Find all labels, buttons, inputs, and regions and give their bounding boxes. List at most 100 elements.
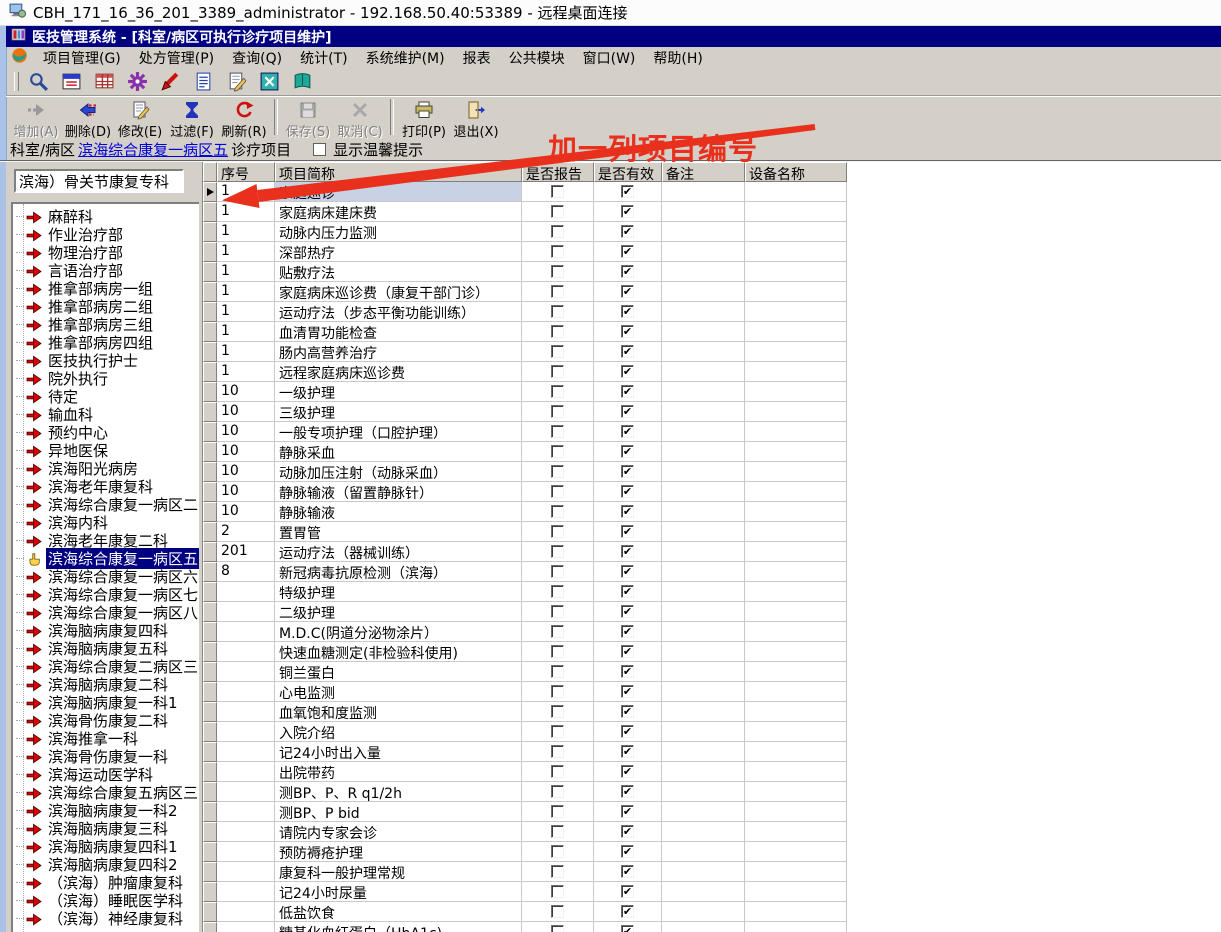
tree-item[interactable]: 滨海阳光病房 [13, 459, 199, 478]
valid-checkbox[interactable]: ✔ [621, 545, 634, 558]
tree-item[interactable]: 滨海骨伤康复一科 [13, 747, 199, 766]
row-selector-cell[interactable] [203, 482, 217, 502]
report-checkbox[interactable] [551, 365, 564, 378]
table-row[interactable]: 低盐饮食 ✔ [203, 902, 1221, 922]
table-row[interactable]: 10 静脉输液（留置静脉针） ✔ [203, 482, 1221, 502]
tree-item[interactable]: 滨海脑病康复四科1 [13, 837, 199, 856]
menu-item[interactable]: 窗口(W) [574, 47, 645, 69]
department-search-input[interactable] [14, 169, 184, 193]
table-row[interactable]: 201 运动疗法（器械训练） ✔ [203, 542, 1221, 562]
close-box-icon[interactable] [259, 71, 280, 92]
gear-icon[interactable] [127, 71, 148, 92]
menu-item[interactable]: 帮助(H) [644, 47, 711, 69]
calendar-icon[interactable] [61, 71, 82, 92]
tree-item[interactable]: 滨海脑病康复四科2 [13, 855, 199, 874]
row-selector-cell[interactable] [203, 422, 217, 442]
report-checkbox[interactable] [551, 805, 564, 818]
report-checkbox[interactable] [551, 745, 564, 758]
row-selector-cell[interactable] [203, 302, 217, 322]
valid-checkbox[interactable]: ✔ [621, 485, 634, 498]
table-row[interactable]: 血氧饱和度监测 ✔ [203, 702, 1221, 722]
valid-checkbox[interactable]: ✔ [621, 385, 634, 398]
tree-item[interactable]: 滨海老年康复二科 [13, 531, 199, 550]
menu-item[interactable]: 查询(Q) [223, 47, 291, 69]
table-row[interactable]: 快速血糖测定(非检验科使用) ✔ [203, 642, 1221, 662]
tree-item[interactable]: 滨海综合康复一病区八 [13, 603, 199, 622]
report-checkbox[interactable] [551, 485, 564, 498]
valid-checkbox[interactable]: ✔ [621, 325, 634, 338]
valid-checkbox[interactable]: ✔ [621, 745, 634, 758]
refresh-button[interactable]: 刷新(R) [218, 97, 270, 140]
valid-checkbox[interactable]: ✔ [621, 365, 634, 378]
row-selector-cell[interactable] [203, 222, 217, 242]
valid-checkbox[interactable]: ✔ [621, 465, 634, 478]
search-icon[interactable] [28, 71, 49, 92]
report-checkbox[interactable] [551, 885, 564, 898]
tree-item[interactable]: 滨海运动医学科 [13, 765, 199, 784]
add-button[interactable]: 增加(A) [10, 97, 62, 140]
report-checkbox[interactable] [551, 785, 564, 798]
report-checkbox[interactable] [551, 645, 564, 658]
table-row[interactable]: 10 静脉输液 ✔ [203, 502, 1221, 522]
table-row[interactable]: 特级护理 ✔ [203, 582, 1221, 602]
report-checkbox[interactable] [551, 585, 564, 598]
report-checkbox[interactable] [551, 665, 564, 678]
valid-checkbox[interactable]: ✔ [621, 285, 634, 298]
row-selector-cell[interactable] [203, 702, 217, 722]
row-selector-cell[interactable] [203, 182, 217, 202]
table-row[interactable]: 1 肠内高营养治疗 ✔ [203, 342, 1221, 362]
row-selector-cell[interactable] [203, 862, 217, 882]
valid-checkbox[interactable]: ✔ [621, 805, 634, 818]
row-selector-cell[interactable] [203, 762, 217, 782]
tree-item[interactable]: 滨海内科 [13, 513, 199, 532]
tree-item[interactable]: 院外执行 [13, 369, 199, 388]
row-selector-cell[interactable] [203, 602, 217, 622]
row-selector-cell[interactable] [203, 502, 217, 522]
row-selector-cell[interactable] [203, 742, 217, 762]
tree-item[interactable]: 滨海骨伤康复二科 [13, 711, 199, 730]
table-row[interactable]: 10 动脉加压注射（动脉采血） ✔ [203, 462, 1221, 482]
print-button[interactable]: 打印(P) [398, 97, 450, 140]
table-row[interactable]: M.D.C(阴道分泌物涂片） ✔ [203, 622, 1221, 642]
save-button[interactable]: 保存(S) [282, 97, 334, 140]
table-row[interactable]: 8 新冠病毒抗原检测（滨海） ✔ [203, 562, 1221, 582]
row-selector-cell[interactable] [203, 882, 217, 902]
tree-item[interactable]: 推拿部病房一组 [13, 279, 199, 298]
row-selector-cell[interactable] [203, 442, 217, 462]
tree-item[interactable]: 麻醉科 [13, 207, 199, 226]
row-selector-cell[interactable] [203, 202, 217, 222]
column-header-seq[interactable]: 序号 [217, 162, 275, 182]
report-checkbox[interactable] [551, 345, 564, 358]
column-header-name[interactable]: 项目简称 [275, 162, 522, 182]
report-checkbox[interactable] [551, 825, 564, 838]
tree-item[interactable]: （滨海）睡眠医学科 [13, 891, 199, 910]
report-checkbox[interactable] [551, 845, 564, 858]
report-checkbox[interactable] [551, 265, 564, 278]
table-row[interactable]: 康复科一般护理常规 ✔ [203, 862, 1221, 882]
valid-checkbox[interactable]: ✔ [621, 185, 634, 198]
report-icon[interactable] [193, 71, 214, 92]
column-header-device[interactable]: 设备名称 [745, 162, 847, 182]
valid-checkbox[interactable]: ✔ [621, 305, 634, 318]
valid-checkbox[interactable]: ✔ [621, 645, 634, 658]
report-checkbox[interactable] [551, 765, 564, 778]
filter-button[interactable]: 过滤(F) [166, 97, 218, 140]
report-checkbox[interactable] [551, 925, 564, 932]
rdp-title-bar[interactable]: CBH_171_16_36_201_3389_administrator - 1… [0, 0, 1221, 26]
undo-arrow-icon[interactable] [160, 71, 181, 92]
tree-item[interactable]: 滨海脑病康复五科 [13, 639, 199, 658]
report-checkbox[interactable] [551, 685, 564, 698]
edit-doc-icon[interactable] [226, 71, 247, 92]
delete-button[interactable]: 删除(D) [62, 97, 114, 140]
row-selector-cell[interactable] [203, 262, 217, 282]
menu-item[interactable]: 报表 [454, 47, 500, 69]
report-checkbox[interactable] [551, 605, 564, 618]
table-row[interactable]: 10 一级护理 ✔ [203, 382, 1221, 402]
report-checkbox[interactable] [551, 325, 564, 338]
menu-item[interactable]: 处方管理(P) [130, 47, 223, 69]
row-selector-cell[interactable] [203, 722, 217, 742]
valid-checkbox[interactable]: ✔ [621, 445, 634, 458]
valid-checkbox[interactable]: ✔ [621, 505, 634, 518]
valid-checkbox[interactable]: ✔ [621, 625, 634, 638]
row-selector-cell[interactable] [203, 642, 217, 662]
